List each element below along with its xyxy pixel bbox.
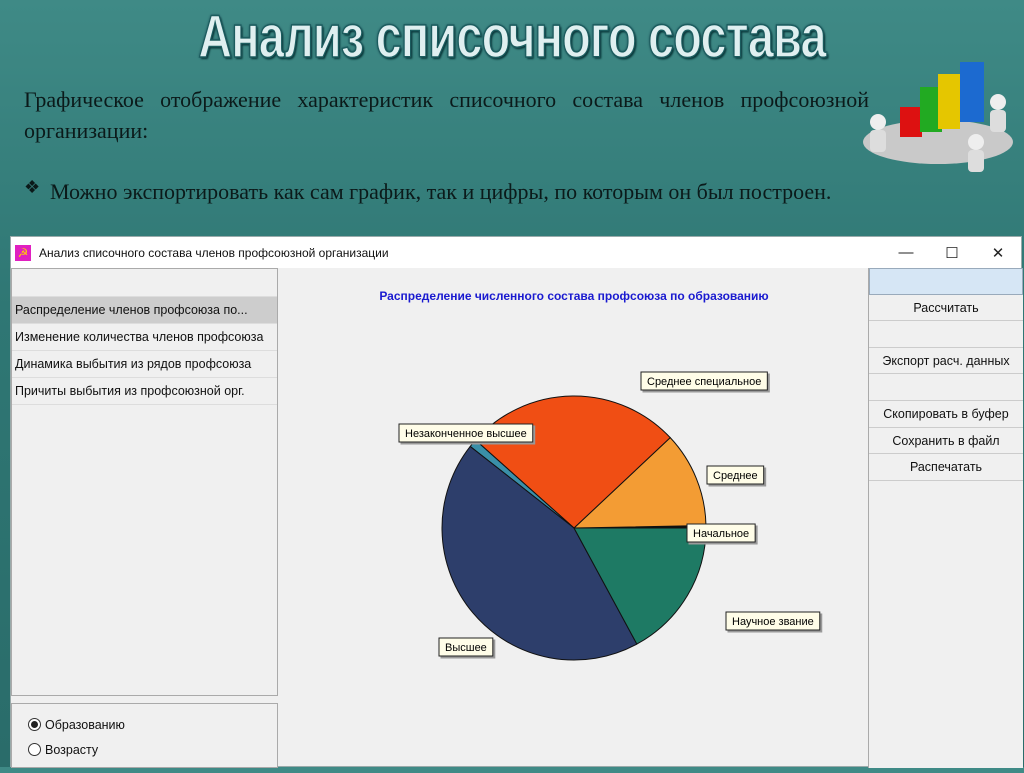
radio-label: Образованию	[45, 717, 125, 732]
report-list: Распределение членов профсоюза по... Изм…	[11, 268, 278, 696]
window-title: Анализ списочного состава членов профсою…	[39, 245, 389, 260]
group-by-radio-group: Образованию Возрасту	[11, 703, 278, 768]
save-to-file-button[interactable]: Сохранить в файл	[869, 428, 1023, 455]
list-item[interactable]: Причиты выбытия из профсоюзной орг.	[12, 378, 277, 405]
slice-label-text: Высшее	[445, 642, 487, 654]
radio-unchecked-icon	[28, 743, 41, 756]
maximize-button[interactable]: ☐	[929, 237, 975, 268]
slice-label: Начальное	[686, 523, 756, 543]
copy-to-clipboard-button[interactable]: Скопировать в буфер	[869, 401, 1023, 428]
bullet-icon: ❖	[24, 177, 41, 197]
slice-label-text: Начальное	[693, 528, 749, 540]
slice-label: Среднее специальное	[640, 371, 768, 391]
slice-label: Среднее	[706, 465, 765, 485]
radio-checked-icon	[28, 718, 41, 731]
app-window: ☭ Анализ списочного состава членов профс…	[10, 236, 1023, 768]
slide-bullet-text: Можно экспортировать как сам график, так…	[50, 179, 832, 204]
slice-label: Научное звание	[725, 611, 821, 631]
slice-label: Незаконченное высшее	[398, 423, 534, 443]
slice-label: Высшее	[438, 637, 494, 657]
chart-title: Распределение численного состава профсою…	[379, 289, 768, 303]
chart-area: Распределение численного состава профсою…	[279, 268, 868, 768]
spacer	[869, 374, 1023, 401]
minimize-button[interactable]: —	[883, 237, 929, 268]
radio-label: Возрасту	[45, 742, 99, 757]
slide-title: Анализ списочного состава	[198, 2, 827, 71]
export-data-button[interactable]: Экспорт расч. данных	[869, 348, 1023, 375]
title-bar: ☭ Анализ списочного состава членов профс…	[11, 237, 1021, 268]
hammer-sickle-icon: ☭	[15, 244, 31, 261]
spacer	[869, 321, 1023, 348]
slice-label-text: Среднее специальное	[647, 376, 761, 388]
calculate-button[interactable]: Рассчитать	[869, 295, 1023, 322]
pie-chart: Распределение численного состава профсою…	[379, 289, 821, 661]
list-item[interactable]: Динамика выбытия из рядов профсоюза	[12, 351, 277, 378]
print-button[interactable]: Распечатать	[869, 454, 1023, 481]
action-panel: Рассчитать Экспорт расч. данных Скопиров…	[868, 268, 1023, 768]
list-item[interactable]: Распределение членов профсоюза по...	[12, 297, 277, 324]
slice-label-text: Научное звание	[732, 616, 814, 628]
slice-label-text: Незаконченное высшее	[405, 428, 527, 440]
slide-paragraph: Графическое отображение характеристик сп…	[24, 87, 869, 143]
list-item[interactable]: Изменение количества членов профсоюза	[12, 324, 277, 351]
radio-age[interactable]: Возрасту	[28, 737, 277, 762]
radio-education[interactable]: Образованию	[28, 712, 277, 737]
close-button[interactable]: ✕	[975, 237, 1021, 268]
people-chart-clipart	[863, 62, 1013, 172]
slice-label-text: Среднее	[713, 470, 758, 482]
list-header	[12, 269, 277, 297]
panel-header	[869, 268, 1023, 295]
